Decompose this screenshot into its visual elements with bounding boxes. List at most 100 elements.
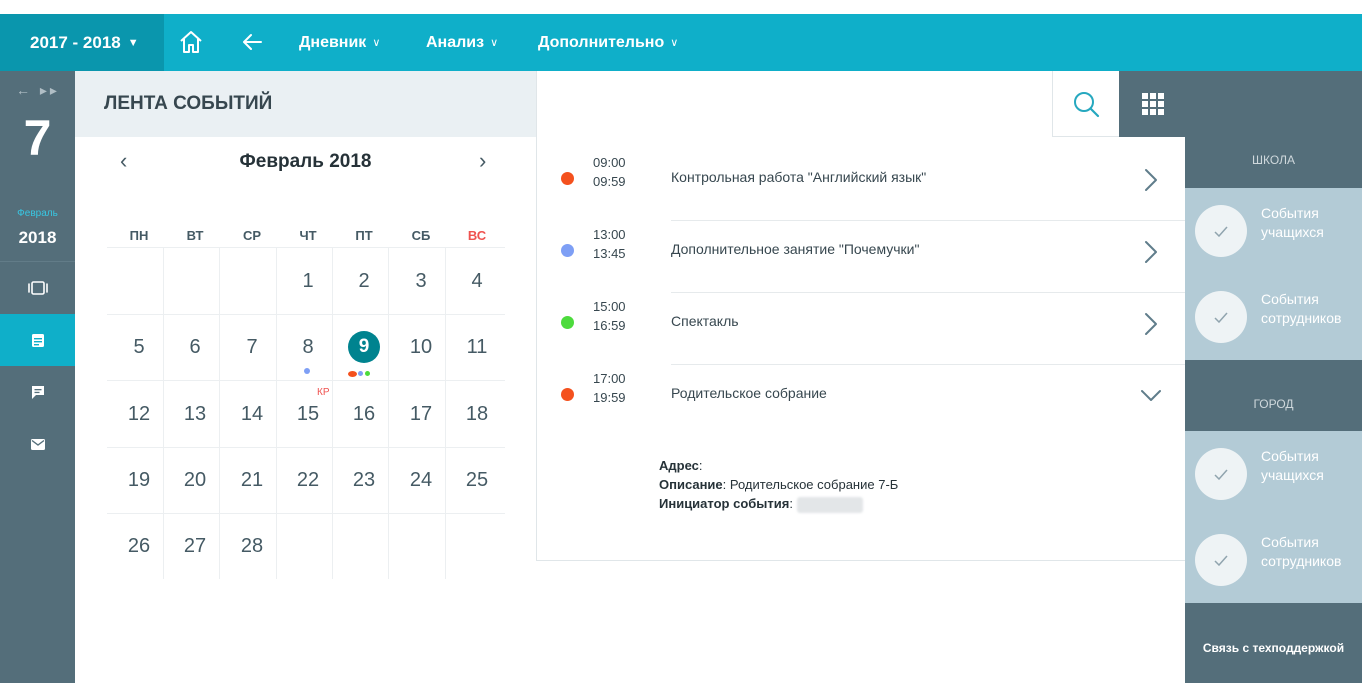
calendar-day-number: 16 <box>352 403 376 425</box>
calendar-day-number: 6 <box>189 336 201 358</box>
grid-icon <box>1141 93 1164 115</box>
layout-icon <box>27 281 48 295</box>
calendar-day[interactable]: 9 <box>336 315 392 381</box>
home-icon[interactable] <box>178 29 204 55</box>
calendar-day-number: 17 <box>409 403 433 425</box>
school-students-events-toggle[interactable]: События учащихся <box>1185 188 1362 274</box>
calendar-day[interactable]: 27 <box>167 514 223 580</box>
event-color-dot <box>561 388 574 401</box>
calendar-day[interactable]: 11 <box>449 315 505 381</box>
next-month-chevron-icon[interactable]: › <box>479 148 486 174</box>
detail-initiator-row: Инициатор события: <box>659 494 898 513</box>
calendar-day[interactable]: 21 <box>224 448 280 514</box>
menu-diary[interactable]: Дневник ∨ <box>299 14 380 71</box>
current-year-label: 2018 <box>18 228 57 247</box>
event-start-time: 17:00 <box>593 371 626 386</box>
calendar-day[interactable]: 25 <box>449 448 505 514</box>
calendar-day[interactable]: 28 <box>224 514 280 580</box>
weekday-header: ВС <box>467 228 487 243</box>
weekday-header: СР <box>242 228 262 243</box>
calendar-day-number: 24 <box>409 469 433 491</box>
menu-analysis-label: Анализ <box>426 33 485 51</box>
calendar-day[interactable]: 22 <box>280 448 336 514</box>
page-title: ЛЕНТА СОБЫТИЙ <box>104 93 273 114</box>
calendar-day[interactable]: 19 <box>111 448 167 514</box>
school-year-selector[interactable]: 2017 - 2018 ▼ <box>0 14 164 71</box>
school-students-line1: События <box>1261 205 1319 221</box>
city-students-line2: учащихся <box>1261 467 1324 483</box>
event-start-time: 09:00 <box>593 155 626 170</box>
calendar-month-title: Февраль 2018 <box>239 151 372 172</box>
calendar-day[interactable]: 17 <box>393 382 449 448</box>
calendar-day[interactable]: 16 <box>336 382 392 448</box>
calendar-day[interactable]: 1 <box>280 249 336 315</box>
calendar-day[interactable]: 6 <box>167 315 223 381</box>
event-row[interactable]: 09:00 09:59 Контрольная работа "Английский… <box>537 149 1186 221</box>
school-students-line2: учащихся <box>1261 224 1324 240</box>
calendar-day-number: 18 <box>465 403 489 425</box>
envelope-icon <box>30 438 45 450</box>
calendar-day[interactable]: 23 <box>336 448 392 514</box>
calendar-day[interactable]: 7 <box>224 315 280 381</box>
event-title: Родительское собрание <box>671 385 827 401</box>
city-staff-events-label: События сотрудников <box>1261 533 1341 571</box>
city-staff-line2: сотрудников <box>1261 553 1342 569</box>
chevron-right-icon[interactable] <box>1144 312 1158 336</box>
calendar-day[interactable]: 12 <box>111 382 167 448</box>
event-indicator-dot <box>304 368 310 374</box>
school-students-events-label: События учащихся <box>1261 204 1324 242</box>
calendar-day[interactable]: 24 <box>393 448 449 514</box>
detail-address-row: Адрес: <box>659 458 703 473</box>
calendar-day[interactable]: 10 <box>393 315 449 381</box>
weekday-header: ЧТ <box>299 228 317 243</box>
chevron-down-icon[interactable] <box>1140 389 1162 403</box>
event-color-dot <box>561 316 574 329</box>
chevron-right-icon[interactable] <box>1144 168 1158 192</box>
event-row[interactable]: 13:00 13:45 Дополнительное занятие "Почему… <box>537 221 1186 293</box>
calendar-day-number: 13 <box>183 403 207 425</box>
city-students-events-toggle[interactable]: События учащихся <box>1185 431 1362 517</box>
event-start-time: 15:00 <box>593 299 626 314</box>
calendar-day[interactable]: 13 <box>167 382 223 448</box>
calendar-day[interactable]: 26 <box>111 514 167 580</box>
sidebar-nav-arrows-icon[interactable]: ← ▸▸ <box>16 82 60 99</box>
school-staff-events-label: События сотрудников <box>1261 290 1341 328</box>
calendar-day-number: 1 <box>302 270 314 292</box>
sidebar-item-messages[interactable] <box>0 366 75 418</box>
calendar-day-number: 22 <box>296 469 320 491</box>
sidebar-item-mail[interactable] <box>0 418 75 470</box>
calendar-day-number: 14 <box>240 403 264 425</box>
test-marker: КР <box>317 387 330 398</box>
calendar-day[interactable]: 4 <box>449 249 505 315</box>
detail-address-label: Адрес <box>659 458 699 473</box>
search-button[interactable] <box>1052 71 1119 137</box>
events-list-panel: Адрес: Описание: Родительское собрание 7… <box>536 71 1186 561</box>
calendar-day-number: 25 <box>465 469 489 491</box>
apps-grid-button[interactable] <box>1119 71 1186 137</box>
back-arrow-icon[interactable] <box>241 30 263 54</box>
calendar-day[interactable]: 5 <box>111 315 167 381</box>
event-title: Контрольная работа "Английский язык" <box>671 169 927 185</box>
calendar-day-number: 21 <box>240 469 264 491</box>
calendar-day-number: 2 <box>358 270 370 292</box>
school-staff-events-toggle[interactable]: События сотрудников <box>1185 274 1362 360</box>
detail-description-label: Описание <box>659 477 723 492</box>
chevron-right-icon[interactable] <box>1144 240 1158 264</box>
city-staff-events-toggle[interactable]: События сотрудников <box>1185 517 1362 603</box>
calendar-day[interactable]: 2 <box>336 249 392 315</box>
calendar-day[interactable]: 14 <box>224 382 280 448</box>
sidebar-item-calendar[interactable] <box>0 314 75 366</box>
calendar-day[interactable]: 20 <box>167 448 223 514</box>
event-row[interactable]: 15:00 16:59 Спектакль <box>537 293 1186 365</box>
sidebar-item-layout[interactable] <box>0 262 75 314</box>
menu-additional[interactable]: Дополнительно ∨ <box>538 14 678 71</box>
calendar-day-number: 8 <box>302 336 314 358</box>
event-color-dot <box>561 244 574 257</box>
event-time-range: 15:00 16:59 <box>593 297 626 335</box>
event-row[interactable]: 17:00 19:59 Родительское собрание <box>537 365 1186 437</box>
menu-analysis[interactable]: Анализ ∨ <box>426 14 498 71</box>
tech-support-link[interactable]: Связь с техподдержкой <box>1185 641 1362 655</box>
weekday-header: ВТ <box>186 228 204 243</box>
calendar-day[interactable]: 18 <box>449 382 505 448</box>
calendar-day[interactable]: 3 <box>393 249 449 315</box>
